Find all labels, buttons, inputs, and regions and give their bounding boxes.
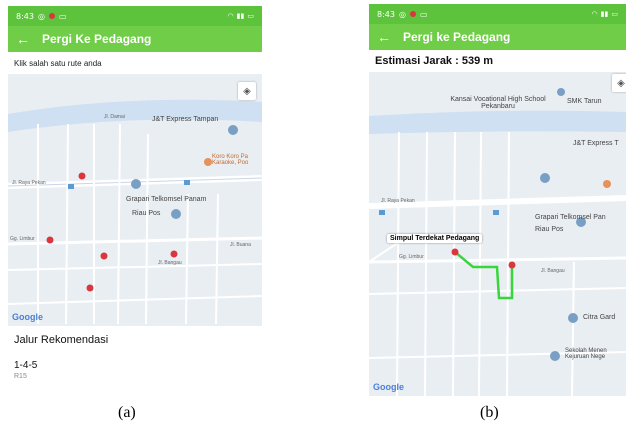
notification-icon: ◎: [37, 11, 45, 21]
status-bar: 8:43 ◎ ▭ ◠ ▮▮ ▭: [8, 6, 262, 26]
instruction-text: Klik salah satu rute anda: [14, 58, 102, 68]
map-label-jnt: J&T Express Tampan: [152, 116, 219, 123]
recommendation-title: Jalur Rekomendasi: [14, 334, 109, 346]
map-label-damai: Jl. Damai: [104, 114, 125, 120]
battery-icon: ▭: [611, 10, 618, 18]
map-label-sekolah: Sekolah Menen Kejuruan Nege: [565, 348, 607, 360]
status-time: 8:43: [16, 11, 34, 21]
route-list-item[interactable]: 1-4-5 R15: [8, 346, 262, 380]
back-arrow-icon[interactable]: ←: [16, 31, 42, 47]
map-label-koro: Koro Koro Pa Karaoke, Poo: [212, 154, 249, 166]
map-label-grapari: Grapari Telkomsel Pan: [535, 214, 606, 221]
map-label-smk: SMK Tarun: [567, 98, 602, 105]
map-label-grapari: Grapari Telkomsel Panam: [126, 196, 207, 203]
battery-icon: ▭: [247, 12, 254, 20]
status-icons: ◠ ▮▮ ▭: [228, 12, 254, 20]
recommendation-panel: Jalur Rekomendasi 1-4-5 R15: [8, 326, 262, 398]
caption-a: (a): [118, 404, 136, 421]
app-bar: ← Pergi Ke Pedagang: [8, 26, 262, 52]
google-logo: Google: [12, 312, 43, 322]
map-label-limbur: Gg. Limbur: [399, 254, 424, 260]
page-title: Pergi ke Pedagang: [403, 30, 511, 44]
map-label-kansai: Kansai Vocational High School Pekanbaru: [450, 96, 546, 110]
app-bar: ← Pergi ke Pedagang: [369, 24, 626, 50]
map-label-bangau: Jl. Bangau: [541, 268, 565, 274]
map-label-buana: Jl. Buana: [230, 242, 251, 248]
signal-icon: ▮▮: [236, 12, 245, 20]
screen-icon: ▭: [419, 9, 428, 19]
my-location-icon[interactable]: ◈: [238, 82, 256, 100]
page-title: Pergi Ke Pedagang: [42, 32, 152, 46]
map-label-raya-pekan: Jl. Raya Pekan: [12, 180, 46, 186]
map-label-limbur: Gg. Limbur: [10, 236, 35, 242]
status-time: 8:43: [377, 9, 395, 19]
wifi-icon: ◠: [227, 12, 234, 20]
status-icons: ◠ ▮▮ ▭: [592, 10, 618, 18]
map-label-riaupos: Riau Pos: [535, 226, 564, 233]
map-view[interactable]: ◈ J&T Express Tampan Koro Koro Pa Karaok…: [8, 74, 262, 326]
wifi-icon: ◠: [591, 10, 598, 18]
notification-dot-icon: [409, 11, 416, 17]
map-label-bangau: Jl. Bangau: [158, 260, 182, 266]
map-label-riaupos: Riau Pos: [132, 210, 161, 217]
phone-screen-a: 8:43 ◎ ▭ ◠ ▮▮ ▭ ← Pergi Ke Pedagang Klik…: [8, 6, 262, 398]
screen-icon: ▭: [58, 11, 67, 21]
google-logo: Google: [373, 382, 404, 392]
notification-dot-icon: [48, 13, 55, 19]
caption-b: (b): [480, 404, 499, 421]
route-name: 1-4-5: [14, 360, 38, 371]
route-code: R15: [14, 373, 27, 380]
map-label-citra: Citra Gard: [583, 314, 616, 321]
my-location-icon[interactable]: ◈: [612, 74, 626, 92]
distance-estimate: Estimasi Jarak : 539 m: [375, 55, 494, 67]
status-bar: 8:43 ◎ ▭ ◠ ▮▮ ▭: [369, 4, 626, 24]
nearest-node-callout: Simpul Terdekat Pedagang: [387, 234, 483, 243]
back-arrow-icon[interactable]: ←: [377, 29, 403, 45]
map-label-raya-pekan: Jl. Raya Pekan: [381, 198, 415, 204]
map-view[interactable]: ◈ Kansai Vocational High School Pekanbar…: [369, 72, 626, 396]
signal-icon: ▮▮: [600, 10, 609, 18]
map-label-jnt: J&T Express T: [573, 140, 619, 147]
notification-icon: ◎: [398, 9, 406, 19]
phone-screen-b: 8:43 ◎ ▭ ◠ ▮▮ ▭ ← Pergi ke Pedagang Esti…: [369, 4, 626, 396]
